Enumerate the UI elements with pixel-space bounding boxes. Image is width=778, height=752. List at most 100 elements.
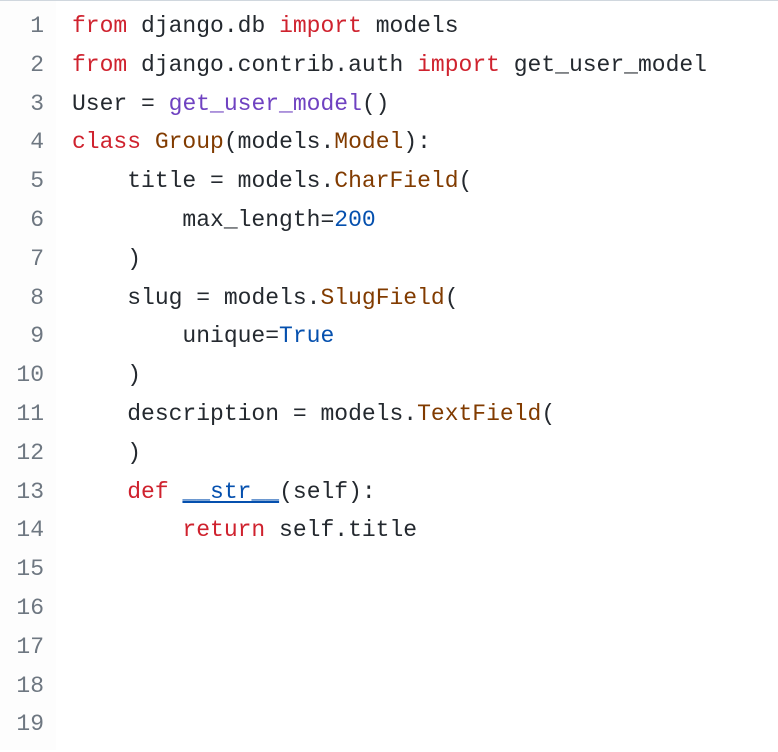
code-block: 12345678910111213141516171819 from djang… <box>0 0 778 750</box>
token-op: . <box>307 285 321 311</box>
token-ident <box>72 479 127 505</box>
token-cls: CharField <box>334 168 458 194</box>
line-number: 7 <box>0 240 44 279</box>
token-op: . <box>320 129 334 155</box>
line-number: 2 <box>0 46 44 85</box>
token-ident: django <box>127 13 224 39</box>
token-ident <box>141 129 155 155</box>
token-op: ( <box>279 479 293 505</box>
code-line: from django.contrib.auth import get_user… <box>72 46 707 85</box>
token-cls: TextField <box>417 401 541 427</box>
token-ident <box>155 91 169 117</box>
token-op: . <box>403 401 417 427</box>
code-line: description = models.TextField( <box>72 395 707 434</box>
token-ident: unique <box>72 323 265 349</box>
line-number: 19 <box>0 705 44 744</box>
token-op: . <box>334 52 348 78</box>
code-line: def __str__(self): <box>72 473 707 512</box>
token-ident: db <box>238 13 279 39</box>
code-line: ) <box>72 240 707 279</box>
token-ident: title <box>72 168 210 194</box>
token-op: : <box>362 479 376 505</box>
token-ident <box>72 246 127 272</box>
token-ident <box>72 517 182 543</box>
token-op: = <box>210 168 224 194</box>
token-cls: Group <box>155 129 224 155</box>
code-line: title = models.CharField( <box>72 162 707 201</box>
token-ident: self <box>293 479 348 505</box>
token-cls: Model <box>334 129 403 155</box>
token-op: ( <box>459 168 473 194</box>
token-ident: auth <box>348 52 417 78</box>
code-line: class Group(models.Model): <box>72 123 707 162</box>
token-ident <box>72 440 127 466</box>
token-kw: return <box>182 517 265 543</box>
token-ident: description <box>72 401 293 427</box>
token-ident: django <box>127 52 224 78</box>
token-op: . <box>334 517 348 543</box>
token-ident: get_user_model <box>500 52 707 78</box>
code-source[interactable]: from django.db import modelsfrom django.… <box>56 1 707 750</box>
line-number: 8 <box>0 279 44 318</box>
token-op: ) <box>127 440 141 466</box>
line-number: 5 <box>0 162 44 201</box>
token-op: ) <box>127 362 141 388</box>
token-op: ) <box>403 129 417 155</box>
code-line: slug = models.SlugField( <box>72 279 707 318</box>
token-kw: def <box>127 479 168 505</box>
token-ident: User <box>72 91 141 117</box>
token-num: 200 <box>334 207 375 233</box>
token-ident: models <box>238 129 321 155</box>
line-number: 3 <box>0 85 44 124</box>
token-cls: SlugField <box>320 285 444 311</box>
line-number-gutter: 12345678910111213141516171819 <box>0 1 56 750</box>
token-op: = <box>320 207 334 233</box>
token-op: = <box>293 401 307 427</box>
token-kw: from <box>72 52 127 78</box>
token-op: = <box>265 323 279 349</box>
token-ident: self <box>265 517 334 543</box>
token-ident: models <box>307 401 404 427</box>
code-line: from django.db import models <box>72 7 707 46</box>
token-kw: class <box>72 129 141 155</box>
token-dundr: __str__ <box>182 479 279 505</box>
line-number: 11 <box>0 395 44 434</box>
token-op: ) <box>127 246 141 272</box>
line-number: 4 <box>0 123 44 162</box>
token-ident <box>169 479 183 505</box>
token-ident: max_length <box>72 207 320 233</box>
token-op: = <box>196 285 210 311</box>
token-bool: True <box>279 323 334 349</box>
token-op: () <box>362 91 390 117</box>
line-number: 6 <box>0 201 44 240</box>
token-fn: get_user_model <box>169 91 362 117</box>
token-kw: import <box>279 13 362 39</box>
token-ident: slug <box>72 285 196 311</box>
token-op: . <box>224 52 238 78</box>
line-number: 16 <box>0 589 44 628</box>
line-number: 14 <box>0 511 44 550</box>
token-ident: models <box>210 285 307 311</box>
line-number: 15 <box>0 550 44 589</box>
line-number: 9 <box>0 317 44 356</box>
token-kw: from <box>72 13 127 39</box>
code-line: return self.title <box>72 511 707 550</box>
line-number: 18 <box>0 667 44 706</box>
code-line: User = get_user_model() <box>72 85 707 124</box>
token-kw: import <box>417 52 500 78</box>
token-ident <box>72 362 127 388</box>
line-number: 12 <box>0 434 44 473</box>
token-ident: title <box>348 517 417 543</box>
code-line: ) <box>72 356 707 395</box>
line-number: 13 <box>0 473 44 512</box>
code-line: max_length=200 <box>72 201 707 240</box>
token-op: ( <box>224 129 238 155</box>
token-op: : <box>417 129 431 155</box>
code-line: ) <box>72 434 707 473</box>
line-number: 17 <box>0 628 44 667</box>
token-op: . <box>320 168 334 194</box>
token-op: . <box>224 13 238 39</box>
line-number: 10 <box>0 356 44 395</box>
token-op: ( <box>445 285 459 311</box>
line-number: 1 <box>0 7 44 46</box>
